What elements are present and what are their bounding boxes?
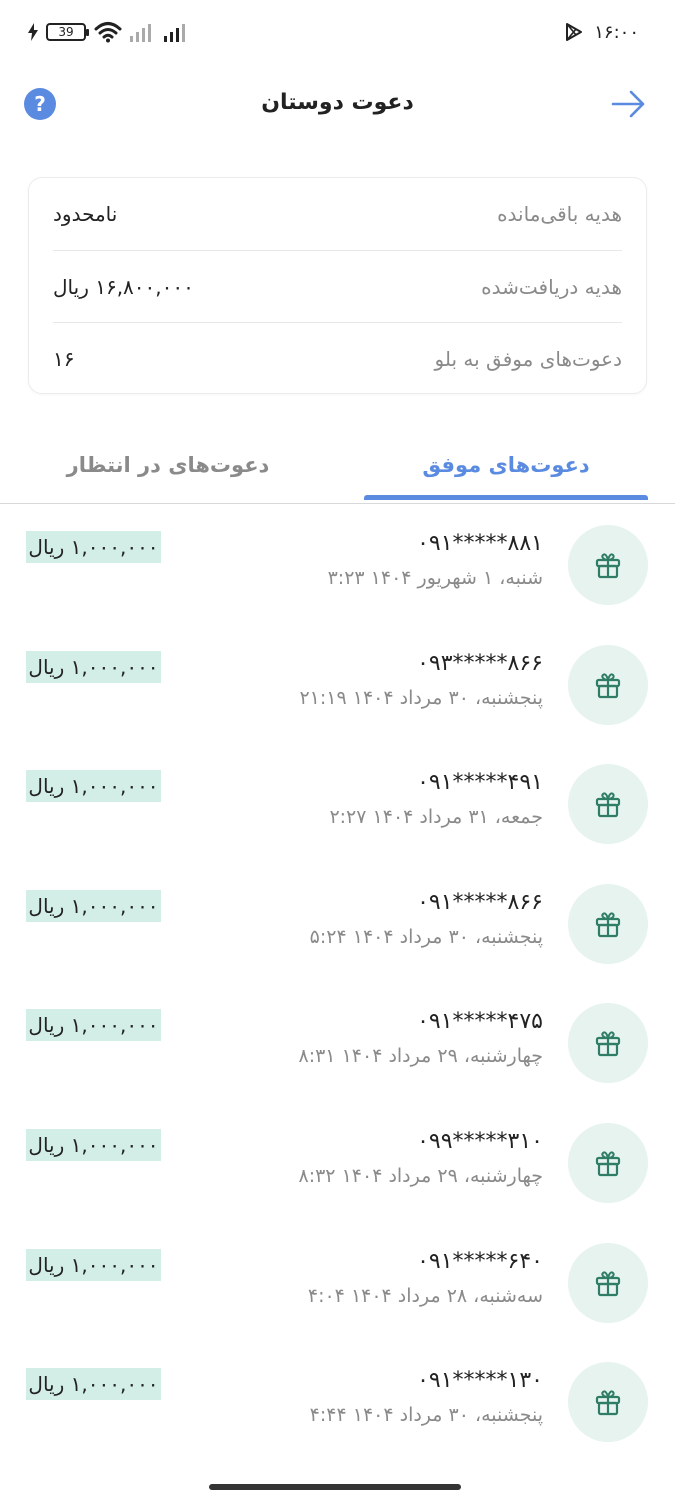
tab-successful-invites[interactable]: دعوت‌های موفق: [364, 440, 648, 500]
invite-list: ۰۹۱*****۸۸۱ شنبه، ۱ شهریور ۱۴۰۴ ۳:۲۳ ۱,۰…: [0, 505, 675, 1462]
summary-row-remaining: هدیه باقی‌مانده نامحدود: [53, 178, 622, 250]
home-indicator[interactable]: [209, 1484, 461, 1490]
battery-icon: 39: [46, 23, 89, 41]
gift-icon: [595, 1031, 621, 1057]
reward-amount: ۱,۰۰۰,۰۰۰ ریال: [26, 650, 161, 683]
summary-value: ۱۶: [53, 346, 75, 371]
status-icons-left: 39: [28, 20, 190, 44]
reward-amount: ۱,۰۰۰,۰۰۰ ریال: [26, 889, 161, 922]
gift-icon-badge: [568, 644, 648, 725]
gift-icon-badge: [568, 1242, 648, 1323]
gift-icon-badge: [568, 1122, 648, 1203]
invite-date: جمعه، ۳۱ مرداد ۱۴۰۴ ۲:۲۷: [329, 806, 543, 829]
list-item[interactable]: ۰۹۱*****۸۸۱ شنبه، ۱ شهریور ۱۴۰۴ ۳:۲۳ ۱,۰…: [0, 505, 675, 625]
reward-amount: ۱,۰۰۰,۰۰۰ ریال: [26, 531, 161, 563]
invitee-phone: ۰۹۱*****۸۸۱: [417, 531, 543, 556]
app-header: ? دعوت دوستان: [0, 72, 675, 136]
invite-date: پنجشنبه، ۳۰ مرداد ۱۴۰۴ ۲۱:۱۹: [299, 686, 543, 709]
signal-icon: [164, 24, 185, 42]
invite-date: چهارشنبه، ۲۹ مرداد ۱۴۰۴ ۸:۳۲: [298, 1164, 544, 1187]
gift-icon-badge: [568, 1362, 648, 1443]
summary-label: هدیه دریافت‌شده: [481, 274, 622, 299]
invitee-phone: ۰۹۱*****۱۳۰: [417, 1368, 543, 1394]
summary-row-received: هدیه دریافت‌شده ۱۶,۸۰۰,۰۰۰ ریال: [53, 250, 622, 322]
invitee-phone: ۰۹۱*****۸۶۶: [417, 889, 543, 915]
list-item[interactable]: ۰۹۱*****۴۹۱ جمعه، ۳۱ مرداد ۱۴۰۴ ۲:۲۷ ۱,۰…: [0, 744, 675, 864]
invitee-phone: ۰۹۱*****۴۷۵: [417, 1009, 543, 1035]
gift-icon: [595, 1390, 621, 1416]
invitee-phone: ۰۹۳*****۸۶۶: [417, 650, 543, 676]
list-item[interactable]: ۰۹۱*****۸۶۶ پنجشنبه، ۳۰ مرداد ۱۴۰۴ ۵:۲۴ …: [0, 864, 675, 984]
list-item[interactable]: ۰۹۹*****۳۱۰ چهارشنبه، ۲۹ مرداد ۱۴۰۴ ۸:۳۲…: [0, 1103, 675, 1223]
list-item[interactable]: ۰۹۱*****۱۳۰ پنجشنبه، ۳۰ مرداد ۱۴۰۴ ۴:۴۴ …: [0, 1342, 675, 1462]
gift-icon-badge: [568, 883, 648, 964]
summary-row-successful-count: دعوت‌های موفق به بلو ۱۶: [53, 322, 622, 394]
summary-value: ۱۶,۸۰۰,۰۰۰ ریال: [53, 274, 194, 299]
invite-date: شنبه، ۱ شهریور ۱۴۰۴ ۳:۲۳: [327, 567, 543, 589]
clock: ۱۶:۰۰: [594, 21, 639, 43]
gift-icon-badge: [568, 1003, 648, 1084]
reward-amount: ۱,۰۰۰,۰۰۰ ریال: [26, 1248, 161, 1281]
invite-date: پنجشنبه، ۳۰ مرداد ۱۴۰۴ ۵:۲۴: [309, 925, 543, 948]
reward-amount: ۱,۰۰۰,۰۰۰ ریال: [26, 1128, 161, 1161]
invite-tabs: دعوت‌های موفق دعوت‌های در انتظار: [0, 430, 675, 504]
charging-bolt-icon: [28, 23, 38, 41]
reward-amount: ۱,۰۰۰,۰۰۰ ریال: [26, 770, 161, 803]
gift-icon-badge: [568, 764, 648, 845]
gift-icon: [595, 1151, 621, 1177]
gift-icon: [595, 553, 621, 579]
summary-value: نامحدود: [53, 202, 118, 226]
status-icons-right: ۱۶:۰۰: [564, 20, 639, 44]
list-item[interactable]: ۰۹۱*****۴۷۵ چهارشنبه، ۲۹ مرداد ۱۴۰۴ ۸:۳۱…: [0, 983, 675, 1103]
arrow-right-icon[interactable]: [611, 88, 647, 120]
invite-date: چهارشنبه، ۲۹ مرداد ۱۴۰۴ ۸:۳۱: [298, 1045, 544, 1068]
signal-weak-icon: [130, 24, 151, 42]
invitee-phone: ۰۹۱*****۶۴۰: [417, 1248, 543, 1274]
gift-icon: [595, 1270, 621, 1296]
list-item[interactable]: ۰۹۳*****۸۶۶ پنجشنبه، ۳۰ مرداد ۱۴۰۴ ۲۱:۱۹…: [0, 625, 675, 745]
gift-icon-badge: [568, 525, 648, 605]
gift-icon: [595, 912, 621, 937]
gift-icon: [595, 672, 621, 698]
invite-date: پنجشنبه، ۳۰ مرداد ۱۴۰۴ ۴:۴۴: [309, 1404, 543, 1427]
battery-level: 39: [58, 25, 74, 39]
invitee-phone: ۰۹۱*****۴۹۱: [417, 770, 543, 796]
summary-label: هدیه باقی‌مانده: [497, 202, 622, 226]
page-title: دعوت دوستان: [261, 90, 414, 115]
reward-amount: ۱,۰۰۰,۰۰۰ ریال: [26, 1009, 161, 1042]
reward-amount: ۱,۰۰۰,۰۰۰ ریال: [26, 1368, 161, 1401]
summary-card: هدیه باقی‌مانده نامحدود هدیه دریافت‌شده …: [28, 177, 647, 394]
invitee-phone: ۰۹۹*****۳۱۰: [417, 1128, 543, 1154]
tab-pending-invites[interactable]: دعوت‌های در انتظار: [36, 440, 300, 500]
status-bar: 39 ۱۶:۰۰: [0, 0, 675, 64]
gift-icon: [595, 792, 621, 818]
wifi-icon: [94, 22, 122, 43]
invite-date: سه‌شنبه، ۲۸ مرداد ۱۴۰۴ ۴:۰۴: [307, 1284, 543, 1307]
summary-label: دعوت‌های موفق به بلو: [434, 346, 622, 371]
play-store-icon: [566, 23, 583, 41]
list-item[interactable]: ۰۹۱*****۶۴۰ سه‌شنبه، ۲۸ مرداد ۱۴۰۴ ۴:۰۴ …: [0, 1223, 675, 1343]
